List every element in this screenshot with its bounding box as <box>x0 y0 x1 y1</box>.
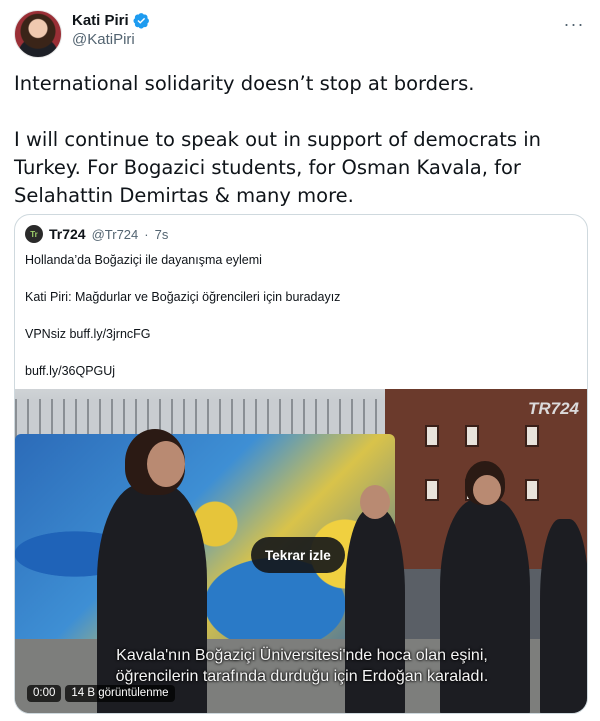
author-name-row: Kati Piri <box>72 12 150 29</box>
tweet-text-line: Turkey. For Bogazici students, for Osman… <box>14 156 521 179</box>
video-subtitle: Kavala'nın Boğaziçi Üniversitesi'nde hoc… <box>116 647 488 664</box>
quoted-author-name[interactable]: Tr724 <box>49 226 86 242</box>
verified-badge-icon <box>133 13 149 29</box>
author-avatar[interactable] <box>14 10 62 58</box>
tweet-text-line: Selahattin Demirtas & many more. <box>14 184 354 207</box>
quoted-text-line: Hollanda’da Boğaziçi ile dayanışma eylem… <box>25 253 262 267</box>
quoted-link[interactable]: VPNsiz buff.ly/3jrncFG <box>25 325 340 344</box>
quoted-author-handle: @Tr724 <box>91 226 139 242</box>
replay-button[interactable]: Tekrar izle <box>251 537 345 573</box>
quoted-timestamp[interactable]: 7s <box>155 227 169 242</box>
quoted-tweet-header: Tr Tr724 @Tr724 · 7s <box>25 225 168 243</box>
quoted-tweet[interactable]: Tr Tr724 @Tr724 · 7s Hollanda’da Boğaziç… <box>14 214 588 714</box>
quoted-tweet-text: Hollanda’da Boğaziçi ile dayanışma eylem… <box>25 251 340 381</box>
quoted-avatar[interactable]: Tr <box>25 225 43 243</box>
separator-dot: · <box>144 226 149 242</box>
video-controls: 0:00 14 B görüntülenme <box>27 685 175 702</box>
quoted-link[interactable]: buff.ly/36QPGUj <box>25 362 340 381</box>
author-name[interactable]: Kati Piri <box>72 12 129 29</box>
more-options-icon[interactable]: ··· <box>562 12 586 36</box>
video-subtitle: öğrencilerin tarafında durduğu için Erdo… <box>115 668 489 685</box>
tweet-header: Kati Piri @KatiPiri ··· <box>14 10 586 60</box>
quoted-text-line: Kati Piri: Mağdurlar ve Boğaziçi öğrenci… <box>25 290 341 304</box>
author-info: Kati Piri @KatiPiri <box>72 12 150 48</box>
video-player[interactable]: TR724 Tekrar izle Kavala'nın Boğaziçi Ün… <box>15 389 587 713</box>
tweet-text-line: I will continue to speak out in support … <box>14 128 542 151</box>
tweet-text-line: International solidarity doesn’t stop at… <box>14 72 475 95</box>
video-timestamp: 0:00 <box>27 685 62 702</box>
author-handle[interactable]: @KatiPiri <box>72 31 150 48</box>
channel-logo: TR724 <box>527 399 579 418</box>
tweet-text: International solidarity doesn’t stop at… <box>14 70 586 210</box>
view-count: 14 B görüntülenme <box>65 685 175 702</box>
